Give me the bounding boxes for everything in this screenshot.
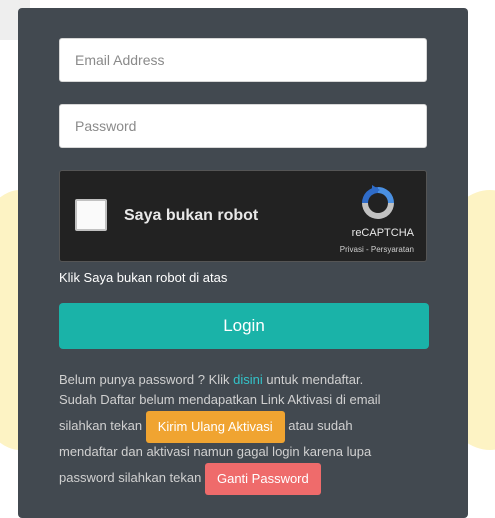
login-panel: Saya bukan robot reCAPTCHA Privasi - Per… xyxy=(18,8,468,518)
recaptcha-widget: Saya bukan robot reCAPTCHA Privasi - Per… xyxy=(59,170,427,262)
recaptcha-brand: reCAPTCHA xyxy=(351,227,414,239)
recaptcha-checkbox[interactable] xyxy=(75,199,107,231)
info-line-4: mendaftar dan aktivasi namun gagal login… xyxy=(59,444,372,459)
info-line-3: silahkan tekan Kirim Ulang Aktivasi atau… xyxy=(59,410,429,443)
info-text-segment: Belum punya password ? Klik xyxy=(59,372,234,387)
info-line-1: Belum punya password ? Klik disini untuk… xyxy=(59,370,429,390)
info-text-segment: untuk mendaftar. xyxy=(262,372,364,387)
recaptcha-logo-icon xyxy=(362,185,394,219)
email-field[interactable] xyxy=(59,38,427,82)
info-line-5: password silahkan tekan Ganti Password xyxy=(59,462,429,495)
recaptcha-label: Saya bukan robot xyxy=(124,207,259,224)
info-text: Belum punya password ? Klik disini untuk… xyxy=(59,370,429,495)
reset-password-button[interactable]: Ganti Password xyxy=(204,462,321,495)
password-field[interactable] xyxy=(59,104,427,148)
captcha-hint: Klik Saya bukan robot di atas xyxy=(59,270,228,285)
recaptcha-links[interactable]: Privasi - Persyaratan xyxy=(310,245,414,254)
info-line-2: Sudah Daftar belum mendapatkan Link Akti… xyxy=(59,392,381,407)
resend-activation-button[interactable]: Kirim Ulang Aktivasi xyxy=(145,410,285,443)
info-text-segment: password silahkan tekan xyxy=(59,470,205,485)
info-text-segment: silahkan tekan xyxy=(59,418,146,433)
register-link[interactable]: disini xyxy=(233,372,263,387)
login-button[interactable]: Login xyxy=(59,303,429,349)
info-text-segment: atau sudah xyxy=(284,418,353,433)
